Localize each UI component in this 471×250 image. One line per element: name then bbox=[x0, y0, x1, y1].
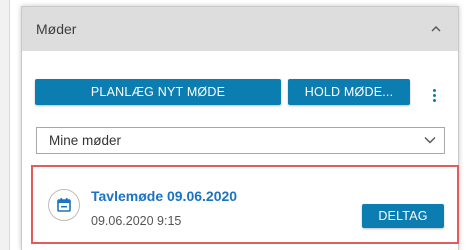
meeting-filter-value: Mine møder bbox=[49, 133, 122, 148]
panel-title: Møder bbox=[36, 21, 77, 37]
panel-header[interactable]: Møder bbox=[22, 7, 458, 51]
collapse-button[interactable] bbox=[414, 7, 458, 51]
divider bbox=[9, 0, 10, 250]
join-meeting-button[interactable]: DELTAG bbox=[362, 204, 444, 228]
chevron-up-icon bbox=[431, 26, 441, 32]
meeting-datetime: 09.06.2020 9:15 bbox=[91, 214, 182, 228]
meeting-list-item[interactable]: Tavlemøde 09.06.2020 09.06.2020 9:15 DEL… bbox=[35, 169, 455, 241]
more-options-button[interactable] bbox=[424, 85, 444, 105]
kebab-dot bbox=[432, 88, 436, 92]
meeting-title-link[interactable]: Tavlemøde 09.06.2020 bbox=[91, 188, 237, 204]
calendar-icon bbox=[48, 189, 80, 221]
meetings-panel: Møder PLANLÆG NYT MØDE HOLD MØDE... Mine… bbox=[21, 6, 459, 250]
hold-meeting-button[interactable]: HOLD MØDE... bbox=[288, 79, 410, 105]
kebab-dot bbox=[432, 98, 436, 102]
plan-new-meeting-button[interactable]: PLANLÆG NYT MØDE bbox=[35, 79, 281, 105]
meeting-filter-select[interactable]: Mine møder bbox=[36, 127, 445, 154]
left-gutter bbox=[0, 0, 9, 250]
chevron-down-icon bbox=[424, 137, 436, 144]
kebab-dot bbox=[432, 93, 436, 97]
